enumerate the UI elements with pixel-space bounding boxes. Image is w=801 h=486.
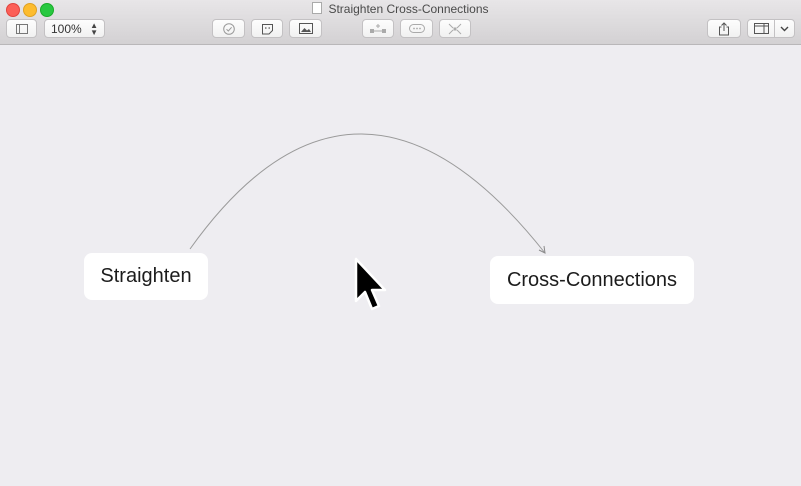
topic-node-cross-connections[interactable]: Cross-Connections xyxy=(490,256,694,304)
zoom-select[interactable]: 100% ▲ ▼ xyxy=(44,19,105,38)
image-icon xyxy=(298,23,313,34)
reorganize-button[interactable] xyxy=(439,19,471,38)
connect-button[interactable] xyxy=(400,19,433,38)
mark-done-button[interactable] xyxy=(212,19,245,38)
add-child-button[interactable] xyxy=(362,19,394,38)
chevron-down-icon xyxy=(780,26,789,31)
share-icon xyxy=(719,21,729,35)
topic-node-straighten[interactable]: Straighten xyxy=(84,253,208,300)
inspector-toggle-button[interactable] xyxy=(747,19,775,38)
inspector-menu-button[interactable] xyxy=(774,19,795,38)
window-title-text: Straighten Cross-Connections xyxy=(328,2,489,16)
title-bar: Straighten Cross-Connections 100% ▲ ▼ xyxy=(0,0,801,45)
share-button[interactable] xyxy=(707,19,741,38)
sticker-button[interactable] xyxy=(251,19,283,38)
sticker-icon xyxy=(261,23,273,34)
connect-icon xyxy=(408,24,425,33)
insert-image-button[interactable] xyxy=(289,19,322,38)
stepper-arrows-icon: ▲ ▼ xyxy=(90,20,98,37)
checkmark-icon xyxy=(222,22,235,35)
topic-label: Straighten xyxy=(100,265,192,287)
topic-label: Cross-Connections xyxy=(506,268,678,291)
app-window: Straighten Cross-Connections 100% ▲ ▼ St… xyxy=(0,0,801,486)
reorganize-icon xyxy=(448,23,462,34)
zoom-value: 100% xyxy=(51,21,82,36)
document-icon xyxy=(312,2,323,14)
window-title: Straighten Cross-Connections xyxy=(0,2,801,16)
mouse-pointer-icon xyxy=(354,257,387,311)
sidebar-toggle-button[interactable] xyxy=(6,19,37,38)
add-child-icon xyxy=(370,23,386,33)
mind-map-canvas[interactable]: Straighten Cross-Connections xyxy=(0,45,801,486)
inspector-icon xyxy=(753,23,769,34)
sidebar-icon xyxy=(15,23,28,34)
